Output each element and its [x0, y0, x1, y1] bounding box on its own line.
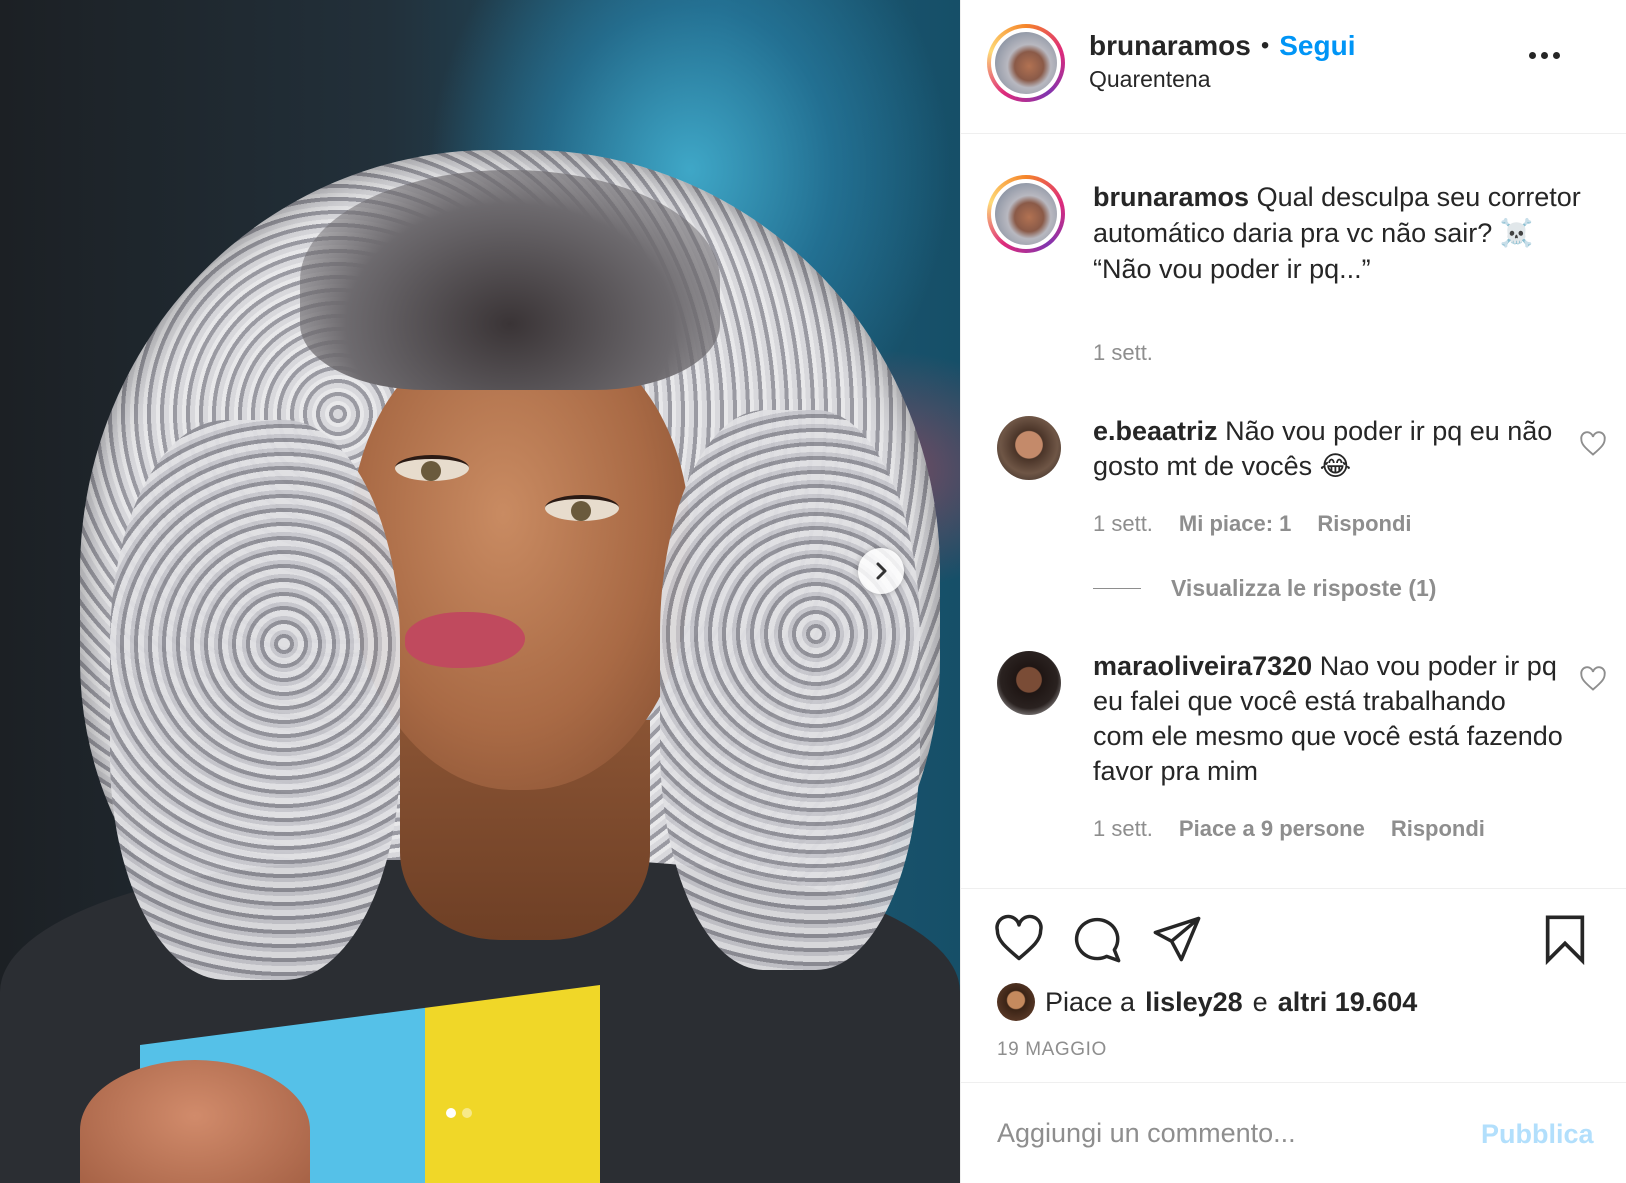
replies-divider: [1093, 588, 1141, 589]
bookmark-icon[interactable]: [1539, 913, 1591, 965]
post-actions: Piace a lisley28 e altri 19.604 19 MAGGI…: [961, 888, 1626, 1082]
comment-icon[interactable]: [1071, 913, 1123, 965]
post-location[interactable]: Quarentena: [1089, 66, 1210, 93]
likes-summary[interactable]: Piace a lisley28 e altri 19.604: [997, 983, 1417, 1021]
share-icon[interactable]: [1151, 913, 1203, 965]
post-header: brunaramos • Segui Quarentena: [961, 0, 1626, 134]
heart-icon[interactable]: [993, 913, 1045, 965]
comments-list[interactable]: brunaramos Qual desculpa seu corretor au…: [961, 135, 1626, 887]
comment-time[interactable]: 1 sett.: [1093, 816, 1153, 842]
photo-face: [350, 330, 690, 790]
comment-likes[interactable]: Mi piace: 1: [1179, 511, 1291, 537]
post-side-panel: brunaramos • Segui Quarentena brunaramos…: [960, 0, 1626, 1183]
more-options-icon[interactable]: [1529, 52, 1560, 59]
comment-text: maraoliveira7320 Nao vou poder ir pq eu …: [1093, 649, 1563, 789]
photo-hair-left: [110, 420, 400, 980]
view-replies-label: Visualizza le risposte (1): [1171, 575, 1437, 601]
post-photo[interactable]: [0, 0, 960, 1183]
reply-button[interactable]: Rispondi: [1317, 511, 1411, 537]
liker-avatar: [997, 983, 1035, 1021]
comment-like-icon[interactable]: [1579, 430, 1607, 458]
carousel-dot-active: [446, 1108, 456, 1118]
comment-time[interactable]: 1 sett.: [1093, 511, 1153, 537]
commenter-username[interactable]: maraoliveira7320: [1093, 651, 1312, 681]
caption-username[interactable]: brunaramos: [1093, 182, 1249, 212]
photo-hair-right: [660, 410, 920, 970]
comment-meta: 1 sett. Mi piace: 1 Rispondi: [1093, 511, 1412, 537]
caption-avatar[interactable]: [987, 175, 1065, 253]
carousel-next-button[interactable]: [858, 548, 904, 594]
separator-dot: •: [1260, 32, 1270, 59]
chevron-right-icon: [876, 562, 887, 580]
comment-like-icon[interactable]: [1579, 665, 1607, 693]
comment-meta: 1 sett. Piace a 9 persone Rispondi: [1093, 816, 1485, 842]
author-avatar[interactable]: [987, 24, 1065, 102]
caption-time[interactable]: 1 sett.: [1093, 340, 1153, 366]
likes-prefix: Piace a: [1045, 986, 1136, 1017]
likes-conj: e: [1252, 986, 1268, 1017]
comment-text: e.beaatriz Não vou poder ir pq eu não go…: [1093, 414, 1563, 484]
caption-meta: 1 sett.: [1093, 340, 1153, 366]
author-username[interactable]: brunaramos: [1089, 30, 1251, 62]
commenter-username[interactable]: e.beaatriz: [1093, 416, 1218, 446]
carousel-dot: [462, 1108, 472, 1118]
commenter-avatar[interactable]: [997, 651, 1061, 715]
view-replies-button[interactable]: Visualizza le risposte (1): [1093, 575, 1436, 602]
photo-eye-right: [545, 495, 619, 521]
follow-button[interactable]: Segui: [1279, 30, 1355, 62]
carousel-indicator: [446, 1108, 472, 1118]
caption-text: brunaramos Qual desculpa seu corretor au…: [1093, 179, 1593, 287]
likes-others[interactable]: altri 19.604: [1278, 987, 1418, 1018]
caption-body-line2: “Não vou poder ir pq...”: [1093, 254, 1371, 284]
publish-button[interactable]: Pubblica: [1481, 1119, 1594, 1150]
add-comment-bar: Pubblica: [961, 1082, 1626, 1183]
photo-eye-left: [395, 455, 469, 481]
comment-input[interactable]: [997, 1107, 1457, 1159]
reply-button[interactable]: Rispondi: [1391, 816, 1485, 842]
comment-likes[interactable]: Piace a 9 persone: [1179, 816, 1365, 842]
photo-hair-top: [300, 170, 720, 390]
commenter-avatar[interactable]: [997, 416, 1061, 480]
liker-username[interactable]: lisley28: [1145, 987, 1243, 1018]
post-date[interactable]: 19 MAGGIO: [997, 1039, 1107, 1061]
